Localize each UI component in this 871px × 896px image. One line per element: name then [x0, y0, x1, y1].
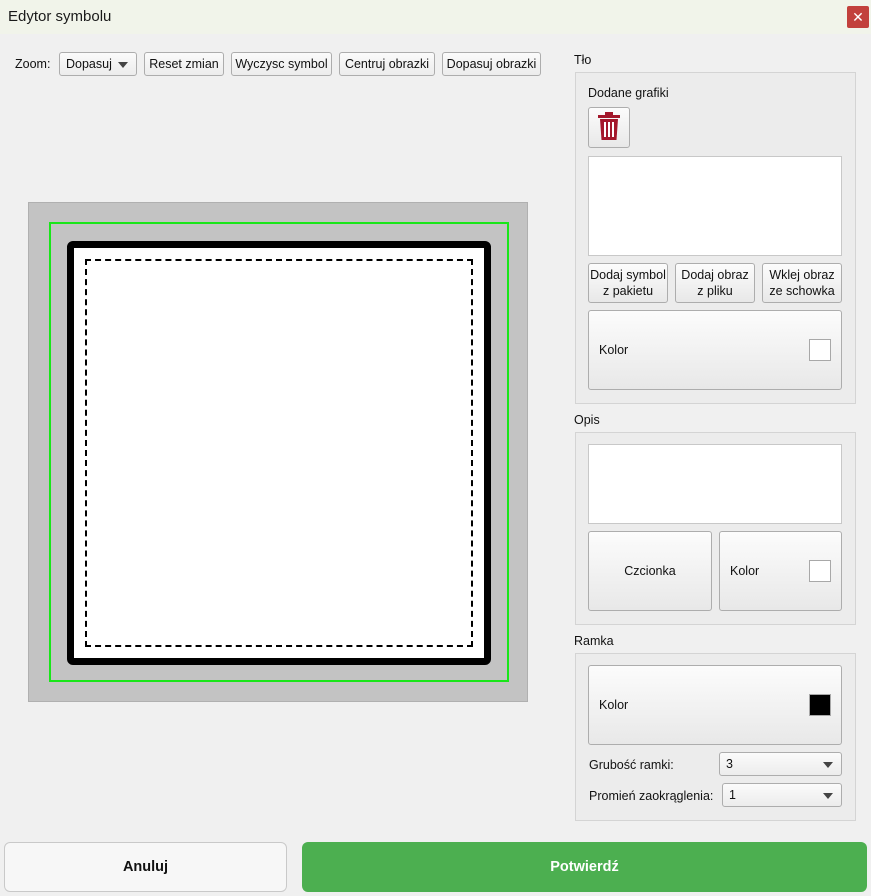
font-label: Czcionka [624, 564, 676, 578]
close-icon: ✕ [852, 9, 864, 25]
frame-thickness-label: Grubość ramki: [589, 758, 674, 772]
frame-color-swatch [809, 694, 831, 716]
frame-color-label: Kolor [599, 698, 629, 712]
frame-section-title: Ramka [574, 634, 614, 648]
add-symbol-from-package-button[interactable]: Dodaj symbol z pakietu [588, 263, 668, 303]
cancel-button[interactable]: Anuluj [4, 842, 287, 892]
corner-radius-value: 1 [729, 788, 736, 802]
description-area-outline [85, 259, 473, 647]
description-color-label: Kolor [730, 564, 760, 578]
clear-symbol-button[interactable]: Wyczysc symbol [231, 52, 332, 76]
confirm-button[interactable]: Potwierdź [302, 842, 867, 892]
delete-graphic-button[interactable] [588, 107, 630, 148]
description-color-button[interactable]: Kolor [719, 531, 842, 611]
zoom-select[interactable]: Dopasuj [59, 52, 137, 76]
add-symbol-label-line2: z pakietu [602, 284, 654, 298]
symbol-border [67, 241, 491, 665]
add-image-from-file-button[interactable]: Dodaj obraz z pliku [675, 263, 755, 303]
background-section-title: Tło [574, 53, 592, 67]
clear-symbol-label: Wyczysc symbol [235, 57, 328, 71]
font-button[interactable]: Czcionka [588, 531, 712, 611]
description-section-title: Opis [574, 413, 600, 427]
paste-image-label-line2: ze schowka [769, 284, 835, 298]
trash-icon [597, 111, 621, 144]
reset-changes-label: Reset zmian [149, 57, 219, 71]
added-graphics-label: Dodane grafiki [588, 86, 669, 100]
paste-image-label-line1: Wklej obraz [769, 268, 835, 282]
chevron-down-icon [118, 62, 128, 68]
paste-image-button[interactable]: Wklej obraz ze schowka [762, 263, 842, 303]
background-color-label: Kolor [599, 343, 629, 357]
background-color-button[interactable]: Kolor [588, 310, 842, 390]
frame-color-button[interactable]: Kolor [588, 665, 842, 745]
reset-changes-button[interactable]: Reset zmian [144, 52, 224, 76]
corner-radius-select[interactable]: 1 [722, 783, 842, 807]
frame-thickness-select[interactable]: 3 [719, 752, 842, 776]
frame-thickness-value: 3 [726, 757, 733, 771]
cancel-label: Anuluj [122, 859, 169, 875]
add-image-label-line2: z pliku [697, 284, 733, 298]
center-images-label: Centruj obrazki [344, 57, 430, 71]
chevron-down-icon [823, 762, 833, 768]
close-button[interactable]: ✕ [847, 6, 869, 28]
add-symbol-label-line1: Dodaj symbol [590, 268, 666, 282]
zoom-select-value: Dopasuj [66, 57, 112, 71]
description-text-field[interactable] [588, 444, 842, 524]
title-bar: Edytor symbolu ✕ [0, 0, 871, 34]
description-color-swatch [809, 560, 831, 582]
center-images-button[interactable]: Centruj obrazki [339, 52, 435, 76]
fit-images-label: Dopasuj obrazki [446, 57, 537, 71]
zoom-label: Zoom: [15, 57, 51, 71]
fit-images-button[interactable]: Dopasuj obrazki [442, 52, 541, 76]
confirm-label: Potwierdź [550, 859, 619, 875]
window-title: Edytor symbolu [8, 8, 112, 25]
add-image-label-line1: Dodaj obraz [681, 268, 749, 282]
chevron-down-icon [823, 793, 833, 799]
corner-radius-label: Promień zaokrąglenia: [589, 789, 714, 803]
background-color-swatch [809, 339, 831, 361]
added-graphics-list[interactable] [588, 156, 842, 256]
symbol-canvas[interactable] [28, 202, 528, 702]
